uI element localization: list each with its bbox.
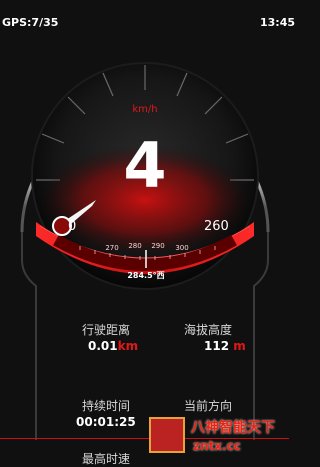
distance-value: 0.01km [88,339,138,353]
distance-number: 0.01 [88,339,118,353]
watermark-title: 八神智能天下 [191,420,275,436]
direction-label: 当前方向 [184,399,233,413]
frame-right [253,232,269,440]
duration-value: 00:01:25 [76,415,136,429]
distance-unit: km [117,339,139,353]
speedometer-gauge: 270 280 290 300 284.5°西 km/h 4 0 260 [20,62,270,440]
altitude-unit: m [233,339,246,353]
watermark-url: zntx.cc [193,439,241,453]
top-speed-label: 最高时速 [82,452,131,466]
speed-unit: km/h [132,104,157,115]
altitude-label: 海拔高度 [184,323,233,337]
speed-value: 4 [123,129,166,202]
watermark-logo-icon [149,417,185,453]
compass-tick-label: 300 [175,244,188,252]
compass-heading: 284.5°西 [127,271,164,280]
watermark: 八神智能天下 zntx.cc [147,415,283,462]
frame-left [21,232,37,440]
duration-label: 持续时间 [82,399,131,413]
scale-max: 260 [204,219,229,234]
scale-min: 0 [68,219,76,234]
distance-label: 行驶距离 [82,323,131,337]
altitude-number: 112 [204,339,230,353]
compass-tick-label: 290 [151,242,164,250]
altitude-value: 112 m [204,339,246,353]
compass-tick-label: 280 [128,242,141,250]
compass-tick-label: 270 [105,244,118,252]
